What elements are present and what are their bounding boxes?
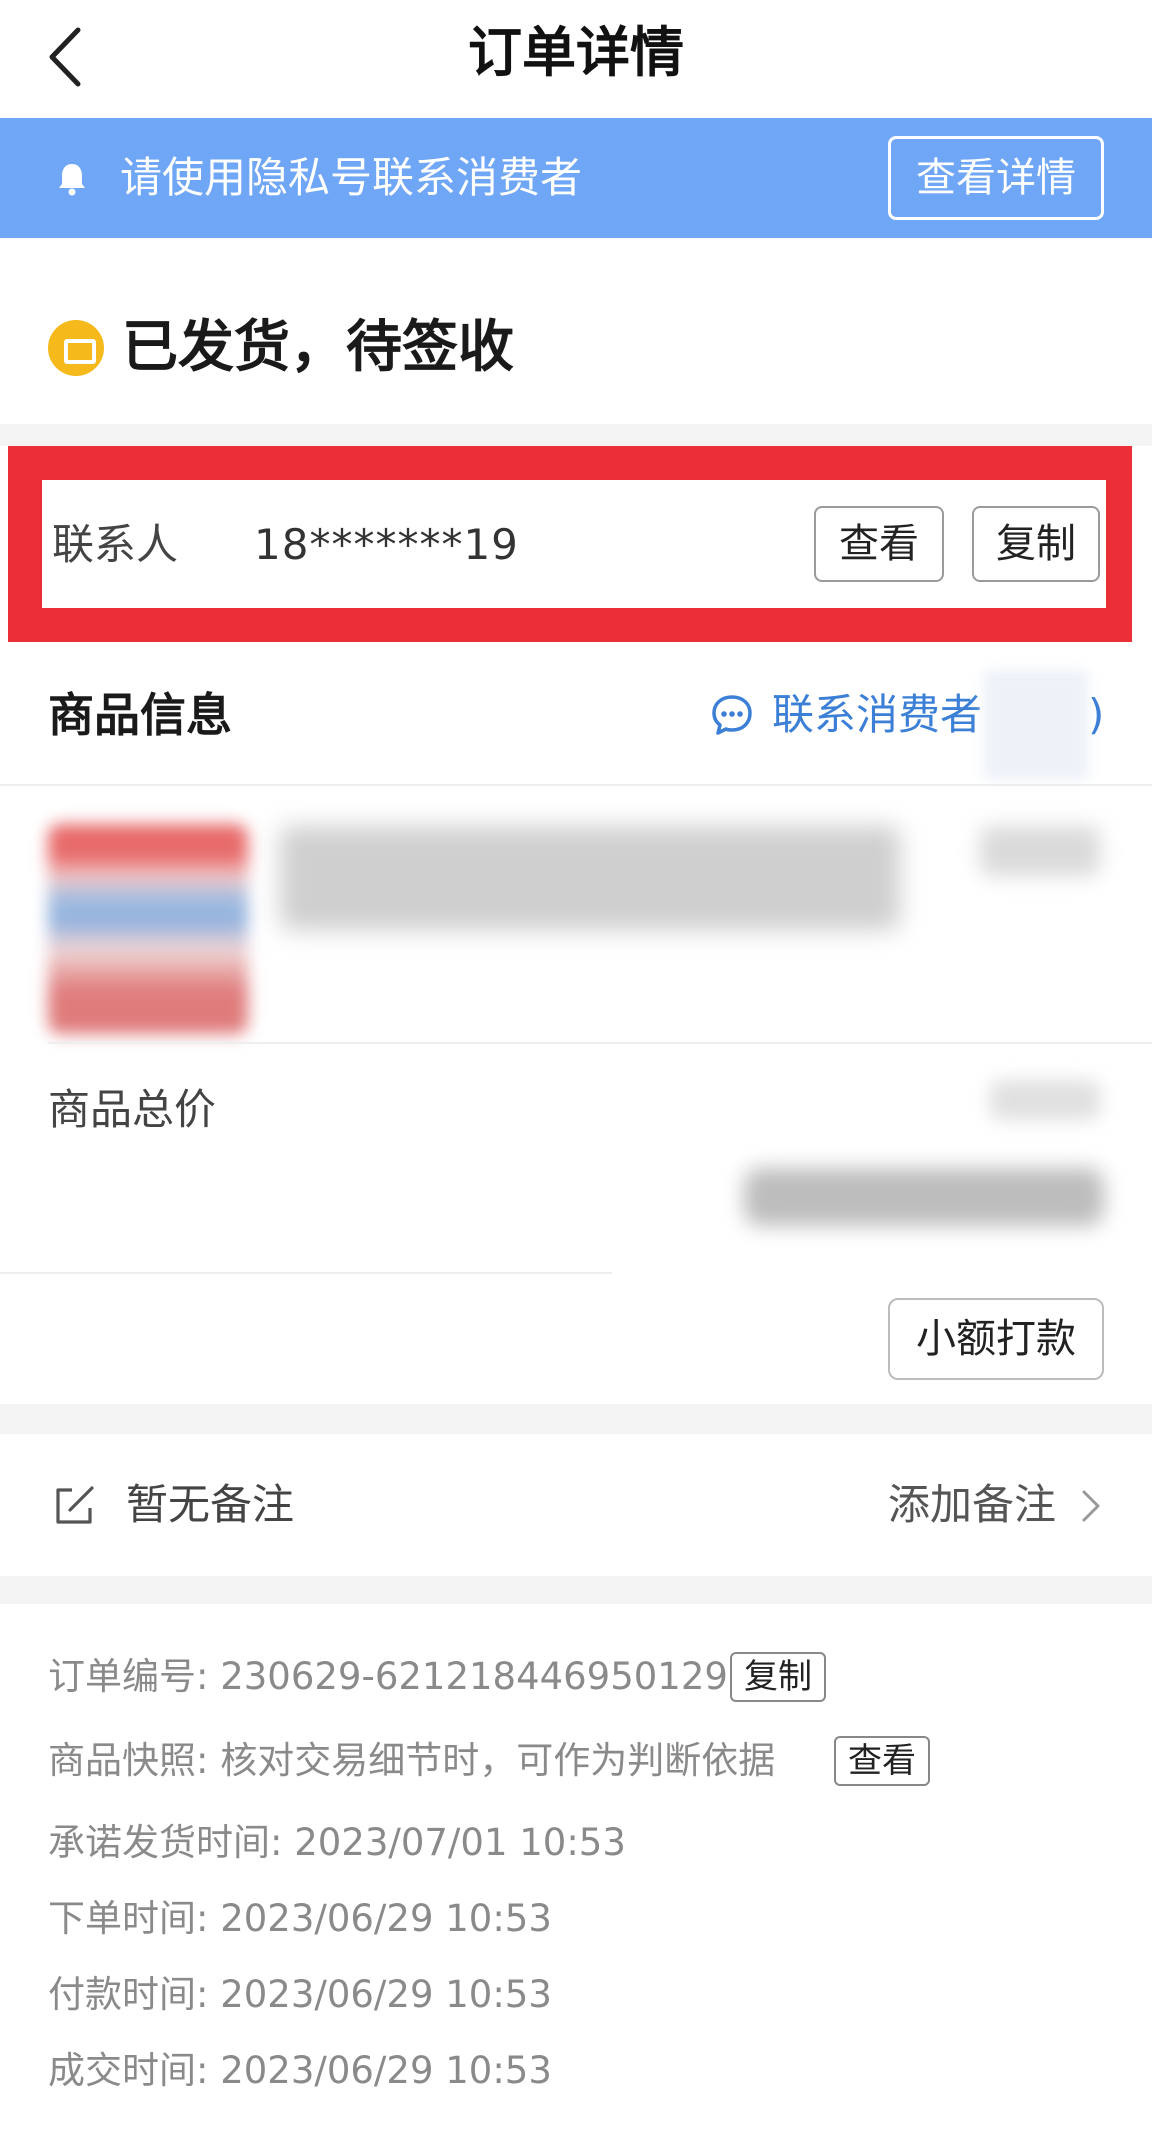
order-status: 已发货，待签收 — [0, 238, 1152, 424]
page-title: 订单详情 — [468, 21, 684, 84]
copy-order-number-button[interactable]: 复制 — [730, 1652, 826, 1702]
order-time: 下单时间: 2023/06/29 10:53 — [48, 1897, 552, 1940]
view-details-button[interactable]: 查看详情 — [888, 136, 1104, 220]
product-snapshot: 商品快照: 核对交易细节时，可作为判断依据 — [48, 1739, 776, 1782]
payment-time: 付款时间: 2023/06/29 10:53 — [48, 1973, 552, 2016]
divider — [0, 1272, 612, 1274]
small-payment-button[interactable]: 小额打款 — [888, 1298, 1104, 1380]
contact-phone: 18*******19 — [254, 520, 519, 569]
divider — [48, 1042, 1152, 1044]
contact-row: 联系人 18*******19 查看 复制 — [42, 480, 1106, 608]
view-snapshot-button[interactable]: 查看 — [834, 1736, 930, 1786]
contact-consumer-link[interactable]: 联系消费者 — [710, 682, 982, 748]
contact-label: 联系人 — [52, 520, 179, 569]
promised-ship-time: 承诺发货时间: 2023/07/01 10:53 — [48, 1821, 626, 1864]
section-gap — [0, 1404, 1152, 1434]
view-phone-button[interactable]: 查看 — [814, 506, 944, 582]
order-number: 订单编号: 230629-621218446950129 — [48, 1655, 728, 1698]
bell-icon — [59, 164, 85, 196]
product-image-redacted[interactable] — [48, 824, 248, 1034]
contact-consumer-paren: ) — [1088, 690, 1105, 739]
banner-text: 请使用隐私号联系消费者 — [120, 153, 583, 202]
status-text: 已发货，待签收 — [122, 315, 514, 380]
redacted-count — [984, 670, 1088, 780]
section-gap — [0, 424, 1152, 446]
package-icon — [48, 320, 104, 376]
edit-note-icon — [56, 1486, 94, 1524]
divider — [0, 784, 1152, 786]
product-title-redacted[interactable] — [280, 826, 900, 930]
privacy-banner: 请使用隐私号联系消费者 查看详情 — [0, 118, 1152, 238]
contact-consumer-label: 联系消费者 — [772, 690, 983, 739]
deal-time: 成交时间: 2023/06/29 10:53 — [48, 2049, 552, 2092]
total-value-redacted — [990, 1080, 1100, 1120]
chat-bubble-icon — [712, 695, 752, 735]
goods-section-title: 商品信息 — [48, 688, 232, 742]
remark-empty-text: 暂无备注 — [126, 1480, 295, 1529]
copy-phone-button[interactable]: 复制 — [972, 506, 1100, 582]
chevron-right-icon — [1082, 1490, 1100, 1522]
add-remark-link[interactable]: 添加备注 — [888, 1474, 1056, 1536]
paid-value-redacted — [744, 1168, 1104, 1226]
goods-total-label: 商品总价 — [48, 1085, 217, 1134]
highlight-frame: 联系人 18*******19 查看 复制 — [8, 446, 1132, 642]
section-gap — [0, 1576, 1152, 1604]
product-price-redacted — [980, 826, 1100, 876]
remark-row[interactable]: 暂无备注 添加备注 — [0, 1434, 1152, 1576]
header: 订单详情 — [0, 0, 1152, 118]
